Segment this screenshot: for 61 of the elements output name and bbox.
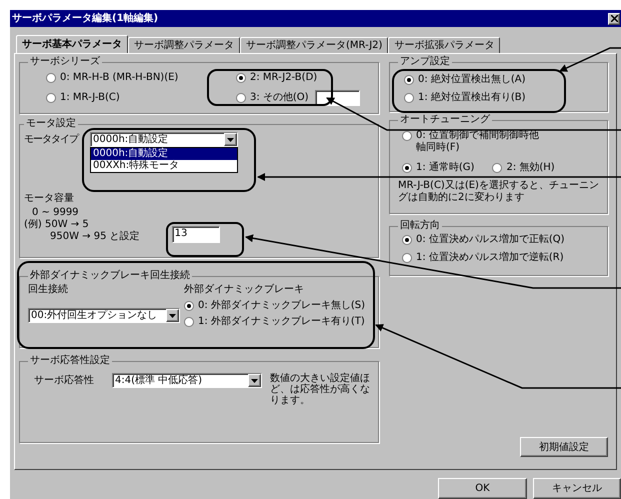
dropdown-arrow-button[interactable] [248, 374, 261, 387]
window-title: サーボパラメータ編集(1軸編集) [12, 12, 160, 24]
radio-option[interactable]: 0: 外部ダイナミックブレーキ無し(S) [184, 300, 366, 312]
group-title: モータ設定 [25, 118, 77, 130]
tab[interactable]: サーボ調整パラメータ [128, 37, 240, 53]
field-label: サーボ応答性 [34, 374, 95, 387]
radio-option[interactable]: 3: その他(O) [236, 92, 309, 104]
group-title: アンプ設定 [399, 56, 451, 68]
range-text: 0 ~ 9999 [32, 207, 80, 219]
dropdown-arrow-button[interactable] [224, 133, 237, 146]
leader-line [559, 47, 621, 72]
radio-button[interactable] [404, 93, 414, 103]
radio-option[interactable]: 0: 位置決めパルス増加で正転(Q) [402, 234, 599, 246]
radio-button[interactable] [404, 75, 414, 85]
radio-option[interactable]: 2: MR-J2-B(D) [236, 72, 318, 84]
radio-button[interactable] [402, 253, 412, 263]
tab[interactable]: サーボ調整パラメータ(MR-J2) [240, 37, 388, 53]
radio-option[interactable]: 2: 無効(H) [492, 162, 555, 174]
close-icon [610, 15, 618, 22]
radio-button[interactable] [402, 131, 412, 141]
radio-button[interactable] [184, 317, 194, 327]
group-title: サーボシリーズ [29, 56, 101, 68]
field-label: モータタイプ [24, 132, 78, 146]
group-title: オートチューニング [399, 114, 491, 126]
radio-button[interactable] [236, 93, 246, 103]
note-text: 数値の大きい設定値ほど、は応答性が高くなります。 [270, 373, 370, 406]
dropdown-arrow-button[interactable] [166, 309, 179, 322]
close-button[interactable] [608, 12, 620, 24]
radio-option[interactable]: 1: 絶対位置検出有り(B) [404, 92, 599, 104]
example-text: 950W → 95 と設定 [50, 231, 140, 243]
radio-button[interactable] [46, 93, 56, 103]
radio-option[interactable]: 1: 位置決めパルス増加で逆転(R) [402, 252, 599, 264]
radio-option[interactable]: 0: 絶対位置検出無し(A) [404, 74, 599, 86]
input-field[interactable]: 13 [172, 226, 220, 243]
radio-button[interactable] [402, 163, 412, 173]
radio-button[interactable] [402, 235, 412, 245]
radio-button[interactable] [184, 301, 194, 311]
radio-option[interactable]: 1: 外部ダイナミックブレーキ有り(T) [184, 316, 366, 328]
radio-button[interactable] [236, 73, 246, 83]
field-label: モータ容量 [24, 193, 75, 205]
group-title: 回転方向 [399, 220, 441, 232]
caret-icon [227, 138, 234, 142]
cancel-button[interactable]: キャンセル [533, 478, 621, 499]
field-label: 外部ダイナミックブレーキ [184, 284, 305, 296]
radio-option[interactable]: 0: MR-H-B (MR-H-BN)(E) [46, 72, 178, 84]
group-title: 外部ダイナミックブレーキ回生接続 [29, 270, 191, 282]
caret-icon [169, 314, 176, 318]
ok-button[interactable]: OK [438, 478, 527, 499]
group-title: サーボ応答性設定 [29, 355, 111, 367]
radio-button[interactable] [46, 73, 56, 83]
dropdown-item[interactable]: 0000h:自動設定 [91, 148, 237, 160]
radio-button[interactable] [492, 163, 502, 173]
defaults-button[interactable]: 初期値設定 [520, 437, 608, 457]
tab[interactable]: サーボ基本パラメータ [16, 35, 128, 53]
tab[interactable]: サーボ拡張パラメータ [388, 37, 500, 53]
radio-option[interactable]: 1: 通常時(G) [402, 162, 474, 174]
example-text: (例) 50W → 5 [24, 219, 90, 231]
radio-option[interactable]: 1: MR-J-B(C) [46, 92, 120, 104]
field-label: 回生接続 [28, 284, 69, 296]
note-text: MR-J-B(C)又は(E)を選択すると、チューニングは自動的に2に変わります [398, 180, 599, 204]
caret-icon [251, 378, 258, 382]
